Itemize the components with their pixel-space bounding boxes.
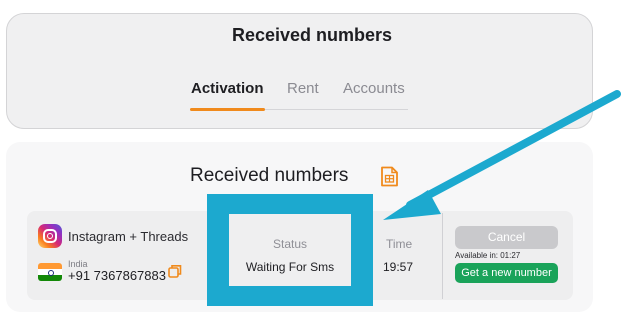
cancel-button[interactable]: Cancel xyxy=(455,226,558,249)
section-title: Received numbers xyxy=(190,165,349,186)
status-label: Status xyxy=(272,237,308,251)
tab-activation[interactable]: Activation xyxy=(191,80,264,97)
india-flag-icon xyxy=(38,263,62,281)
column-divider xyxy=(442,213,443,299)
tab-rent[interactable]: Rent xyxy=(287,80,319,97)
get-new-number-button[interactable]: Get a new number xyxy=(455,263,558,283)
time-label: Time xyxy=(386,237,413,251)
instagram-icon xyxy=(38,224,62,248)
phone-number: +91 7367867883 xyxy=(68,268,166,283)
status-value: Waiting For Sms xyxy=(245,260,335,274)
tab-accounts[interactable]: Accounts xyxy=(343,80,405,97)
active-tab-indicator xyxy=(190,108,265,111)
spreadsheet-icon[interactable] xyxy=(380,166,399,187)
tab-bar: Activation Rent Accounts xyxy=(190,68,408,111)
copy-icon[interactable] xyxy=(168,264,182,278)
availability-timer: Available in: 01:27 xyxy=(455,251,521,260)
status-cell: Status Waiting For Sms xyxy=(229,214,351,286)
time-value: 19:57 xyxy=(383,260,414,274)
page-title: Received numbers xyxy=(231,25,393,45)
service-name: Instagram + Threads xyxy=(68,229,189,244)
